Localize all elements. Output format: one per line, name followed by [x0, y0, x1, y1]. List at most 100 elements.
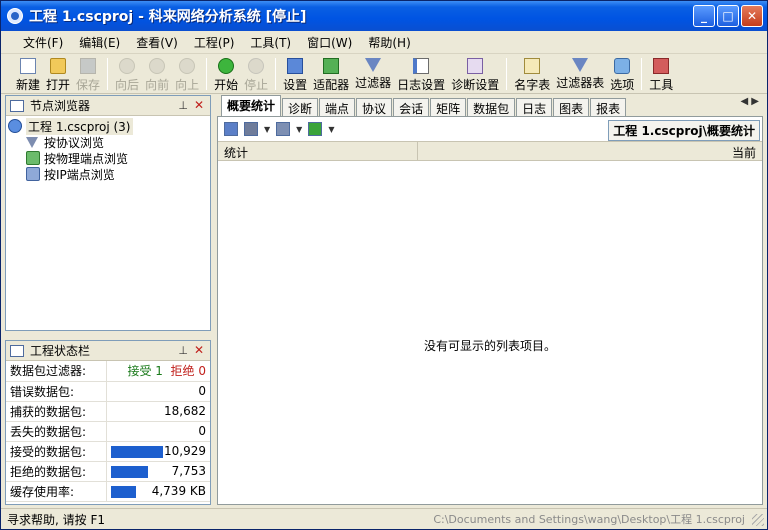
accepted-bar [110, 445, 163, 458]
reject-count: 拒绝 0 [170, 364, 206, 379]
options-button[interactable]: 选项 [607, 56, 637, 95]
snapshot-icon[interactable] [276, 122, 291, 136]
column-statistic[interactable]: 统计 [218, 142, 418, 160]
forward-arrow-icon [149, 58, 166, 74]
tools-button[interactable]: 工具 [646, 56, 676, 95]
save-icon[interactable] [224, 122, 238, 136]
filter-button[interactable]: 过滤器 [352, 56, 394, 93]
minimize-button[interactable]: _ [693, 5, 715, 27]
menu-edit[interactable]: 编辑(E) [71, 32, 128, 53]
tree-item-by-ip[interactable]: 按IP端点浏览 [8, 166, 210, 182]
rejected-bar [110, 465, 148, 478]
status-label: 丢失的数据包: [6, 421, 107, 442]
tab-diagnosis[interactable]: 诊断 [282, 98, 319, 116]
open-button[interactable]: 打开 [43, 56, 73, 95]
sub-toolbar: ▼ ▼ ▼ 工程 1.cscproj\概要统计 [218, 117, 762, 141]
status-value: 0 [106, 381, 210, 402]
log-settings-button[interactable]: 日志设置 [394, 56, 448, 95]
pin-icon[interactable]: ⊥ [178, 99, 188, 112]
dropdown-arrow-icon[interactable]: ▼ [296, 125, 302, 134]
diagnosis-icon [467, 58, 484, 74]
settings-icon [287, 58, 304, 74]
status-label: 数据包过滤器: [6, 361, 107, 382]
toolbar-separator [107, 58, 109, 90]
status-label: 错误数据包: [6, 381, 107, 402]
status-label: 拒绝的数据包: [6, 461, 107, 482]
close-button[interactable]: ✕ [741, 5, 763, 27]
toolbar-separator [206, 58, 208, 90]
project-status-panel: 工程状态栏 ⊥ ✕ 数据包过滤器: 接受 1 拒绝 0 错误数据包: 0 捕获的… [5, 340, 211, 505]
node-browser-header: 节点浏览器 ⊥ ✕ [6, 96, 210, 116]
resize-grip-icon[interactable] [752, 514, 764, 526]
tab-log[interactable]: 日志 [516, 98, 553, 116]
column-current[interactable]: 当前 [418, 142, 762, 160]
tab-chart[interactable]: 图表 [553, 98, 590, 116]
tab-summary[interactable]: 概要统计 [221, 95, 282, 116]
view-icon[interactable] [244, 122, 258, 136]
summary-tab-body: ▼ ▼ ▼ 工程 1.cscproj\概要统计 统计 当前 没有可显示的列表项目… [217, 116, 763, 505]
up-button[interactable]: 向上 [172, 56, 202, 95]
app-window: 工程 1.cscproj - 科来网络分析系统 [停止] _ □ ✕ 文件(F)… [0, 0, 768, 530]
filter-funnel-icon [365, 58, 382, 72]
status-label: 缓存使用率: [6, 481, 107, 502]
tab-protocol[interactable]: 协议 [356, 98, 393, 116]
status-value: 接受 1 拒绝 0 [106, 361, 210, 382]
status-value: 0 [106, 421, 210, 442]
list-header: 统计 当前 [218, 141, 762, 161]
close-panel-icon[interactable]: ✕ [194, 343, 204, 357]
forward-button[interactable]: 向前 [142, 56, 172, 95]
status-table: 数据包过滤器: 接受 1 拒绝 0 错误数据包: 0 捕获的数据包: 18,68… [6, 361, 210, 502]
tab-scroll-arrows[interactable]: ◀ ▶ [740, 96, 759, 107]
menu-window[interactable]: 窗口(W) [299, 32, 360, 53]
status-row: 错误数据包: 0 [6, 381, 210, 402]
name-table-button[interactable]: 名字表 [511, 56, 553, 95]
maximize-button[interactable]: □ [717, 5, 739, 27]
name-table-icon [524, 58, 541, 74]
help-hint: 寻求帮助, 请按 F1 [7, 512, 105, 527]
bar-value: 7,753 [171, 464, 206, 478]
filter-table-button[interactable]: 过滤器表 [553, 56, 607, 93]
status-row: 丢失的数据包: 0 [6, 421, 210, 442]
tab-endpoints[interactable]: 端点 [319, 98, 356, 116]
stop-button[interactable]: 停止 [241, 56, 271, 95]
options-icon [614, 58, 631, 74]
menu-tools[interactable]: 工具(T) [242, 32, 299, 53]
tree-item-by-protocol[interactable]: 按协议浏览 [8, 134, 210, 150]
main-toolbar: 新建 打开 保存 向后 向前 向上 开始 停止 设置 适配器 过滤器 日志设置 … [1, 56, 767, 94]
new-button[interactable]: 新建 [13, 56, 43, 95]
diagnosis-settings-button[interactable]: 诊断设置 [448, 56, 502, 95]
title-bar[interactable]: 工程 1.cscproj - 科来网络分析系统 [停止] _ □ ✕ [1, 1, 767, 31]
tab-packets[interactable]: 数据包 [467, 98, 516, 116]
status-value-bar: 4,739 KB [106, 481, 210, 502]
physical-endpoint-icon [26, 151, 40, 165]
back-button[interactable]: 向后 [112, 56, 142, 95]
project-status-title: 工程状态栏 [30, 344, 91, 358]
tab-report[interactable]: 报表 [590, 98, 627, 116]
tab-matrix[interactable]: 矩阵 [430, 98, 467, 116]
app-icon [7, 8, 23, 24]
pin-icon[interactable]: ⊥ [178, 344, 188, 357]
refresh-icon[interactable] [308, 122, 323, 136]
project-globe-icon [8, 119, 22, 133]
save-button[interactable]: 保存 [73, 56, 103, 95]
start-button[interactable]: 开始 [211, 56, 241, 95]
back-arrow-icon [119, 58, 136, 74]
play-icon [218, 58, 235, 74]
adapter-button[interactable]: 适配器 [310, 56, 352, 95]
tree-root-project[interactable]: 工程 1.cscproj (3) [8, 117, 210, 135]
dropdown-arrow-icon[interactable]: ▼ [328, 125, 334, 134]
dropdown-arrow-icon[interactable]: ▼ [264, 125, 270, 134]
tab-session[interactable]: 会话 [393, 98, 430, 116]
menu-project[interactable]: 工程(P) [186, 32, 243, 53]
menu-help[interactable]: 帮助(H) [360, 32, 418, 53]
filter-table-icon [572, 58, 589, 72]
tree-item-by-physical[interactable]: 按物理端点浏览 [8, 150, 210, 166]
cache-bar [110, 485, 136, 498]
settings-button[interactable]: 设置 [280, 56, 310, 95]
project-path: C:\Documents and Settings\wang\Desktop\工… [433, 513, 745, 526]
close-panel-icon[interactable]: ✕ [194, 98, 204, 112]
stop-icon [248, 58, 265, 74]
menu-file[interactable]: 文件(F) [15, 32, 71, 53]
menu-view[interactable]: 查看(V) [128, 32, 186, 53]
project-status-header: 工程状态栏 ⊥ ✕ [6, 341, 210, 361]
